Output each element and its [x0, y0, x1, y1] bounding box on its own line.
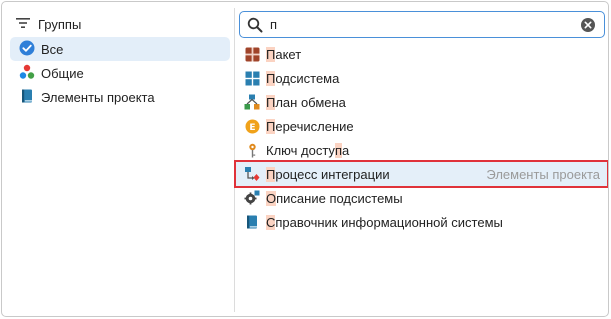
- catalog-book-icon: [244, 214, 260, 230]
- groups-header: Группы: [16, 14, 81, 34]
- enumeration-icon: Е: [244, 118, 260, 134]
- common-dots-icon: [19, 64, 35, 83]
- result-item-subsystem-description[interactable]: Описание подсистемы: [236, 186, 608, 210]
- search-box: [239, 11, 605, 38]
- result-name: План обмена: [266, 94, 346, 110]
- checkmark-circle-icon: [19, 40, 35, 59]
- groups-title: Группы: [38, 16, 82, 32]
- match-highlight: П: [266, 94, 276, 110]
- match-highlight: П: [266, 46, 276, 62]
- groups-panel: Группы Все Общие Элементы проекта: [2, 2, 234, 316]
- result-item-subsystem[interactable]: Подсистема: [236, 66, 608, 90]
- group-item-label: Все: [41, 41, 64, 57]
- filter-icon: [16, 17, 30, 32]
- subsystem-icon: [244, 70, 260, 86]
- groups-dialog: Группы Все Общие Элементы проекта п Паке…: [1, 1, 609, 317]
- group-list: Все Общие Элементы проекта: [10, 37, 230, 109]
- exchange-plan-icon: [244, 94, 260, 110]
- result-item-enumeration[interactable]: Е Перечисление: [236, 114, 608, 138]
- search-input[interactable]: [270, 15, 570, 33]
- result-name: Ключ доступа: [266, 142, 350, 158]
- search-icon: [247, 17, 263, 36]
- match-highlight: п: [334, 142, 342, 158]
- result-name: Процесс интеграции: [266, 166, 390, 182]
- book-icon: [19, 88, 35, 107]
- key-icon: [244, 142, 260, 158]
- match-highlight: С: [266, 214, 276, 230]
- group-item-project-elements[interactable]: Элементы проекта: [10, 85, 230, 109]
- clear-search-icon[interactable]: [580, 17, 596, 36]
- results-list: Пакет Подсистема План обмена Е Перечисле…: [234, 42, 608, 234]
- result-item-package[interactable]: Пакет: [236, 42, 608, 66]
- panel-divider[interactable]: [234, 8, 235, 312]
- match-highlight: П: [266, 118, 276, 134]
- result-name: Подсистема: [266, 70, 340, 86]
- result-name: Описание подсистемы: [266, 190, 403, 206]
- result-name: Пакет: [266, 46, 302, 62]
- group-item-all[interactable]: Все: [10, 37, 230, 61]
- package-icon: [244, 46, 260, 62]
- match-highlight: П: [266, 70, 276, 86]
- svg-text:Е: Е: [249, 123, 255, 133]
- result-name: Перечисление: [266, 118, 354, 134]
- result-group-label: Элементы проекта: [486, 166, 600, 182]
- integration-process-icon: [244, 166, 260, 182]
- subsystem-description-icon: [244, 190, 260, 206]
- group-item-label: Общие: [41, 65, 84, 81]
- result-item-access-key[interactable]: Ключ доступа: [236, 138, 608, 162]
- result-name: Справочник информационной системы: [266, 214, 503, 230]
- result-item-integration-process[interactable]: Процесс интеграции Элементы проекта: [234, 160, 608, 188]
- group-item-label: Элементы проекта: [41, 89, 155, 105]
- result-item-is-catalog[interactable]: Справочник информационной системы: [236, 210, 608, 234]
- result-item-exchange-plan[interactable]: План обмена: [236, 90, 608, 114]
- match-highlight: П: [266, 166, 276, 182]
- group-item-common[interactable]: Общие: [10, 61, 230, 85]
- match-highlight: О: [266, 190, 277, 206]
